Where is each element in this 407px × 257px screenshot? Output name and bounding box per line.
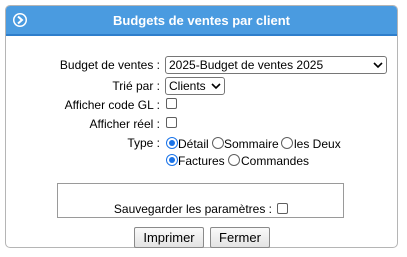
sort-label: Trié par : [112,79,160,93]
radio-detail[interactable] [166,137,178,149]
close-button[interactable]: Fermer [210,227,270,248]
budget-select-value: 2025-Budget de ventes 2025 [169,58,324,72]
radio-les-deux[interactable] [281,137,293,149]
save-params-label: Sauvegarder les paramètres : [113,202,272,216]
radio-sommaire-label: Sommaire [224,137,279,151]
type-label: Type : [127,136,160,150]
sort-select[interactable]: Clients [165,77,225,95]
radio-commandes[interactable] [228,154,240,166]
radio-detail-label: Détail [178,137,209,151]
save-params-checkbox[interactable] [277,203,288,214]
show-gl-label: Afficher code GL : [64,98,160,112]
budget-select[interactable]: 2025-Budget de ventes 2025 [165,56,387,74]
show-gl-checkbox[interactable] [166,98,177,109]
budget-label: Budget de ventes : [59,58,160,72]
radio-factures-label: Factures [178,154,225,168]
chevron-down-icon [373,62,383,69]
radio-sommaire[interactable] [212,137,224,149]
dialog-title: Budgets de ventes par client [113,13,290,28]
radio-commandes-label: Commandes [241,154,310,168]
chevron-down-icon [211,83,221,90]
radio-les-deux-label: les Deux [294,137,341,151]
radio-factures[interactable] [166,154,178,166]
title-bar: Budgets de ventes par client [6,6,397,36]
show-actual-label: Afficher réel : [89,117,160,131]
sort-select-value: Clients [169,79,206,93]
show-actual-checkbox[interactable] [166,117,177,128]
print-button[interactable]: Imprimer [134,227,204,248]
